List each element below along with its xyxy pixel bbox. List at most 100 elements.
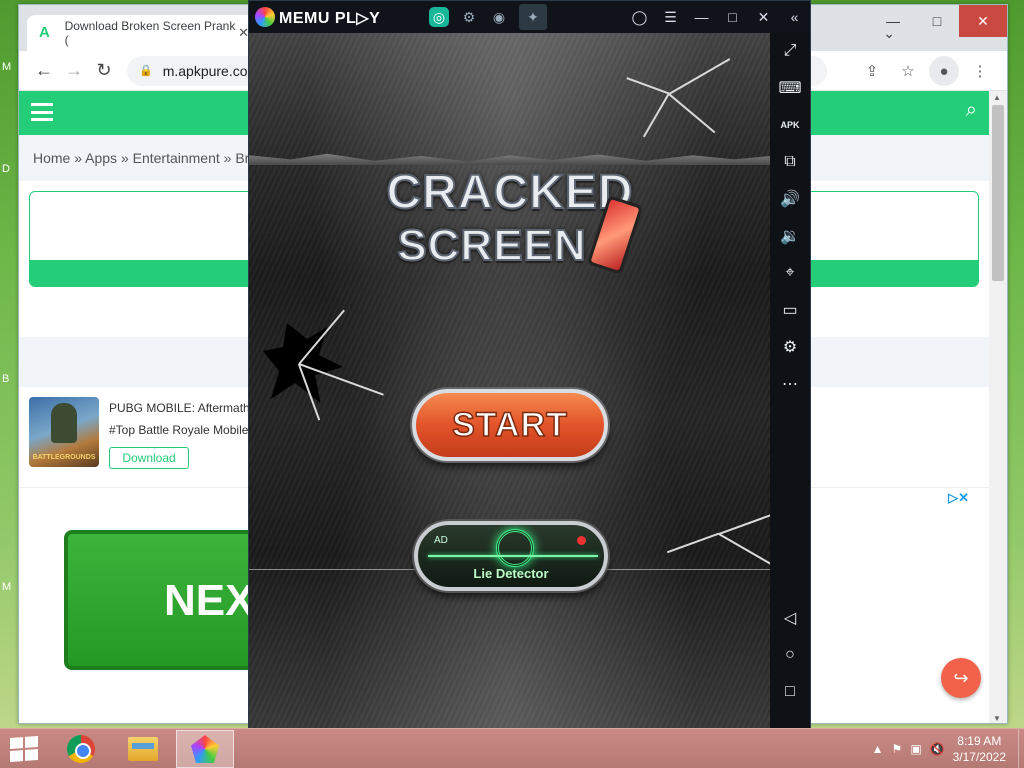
file-explorer-icon — [128, 737, 158, 761]
volume-muted-icon[interactable]: 🔇 — [930, 742, 945, 756]
memu-titlebar: MEMU PL▷Y ◎ ⚙ ◉ ✦ ◯ ☰ — □ ✕ « — [249, 1, 810, 33]
settings-gear-icon[interactable]: ⚙ — [770, 335, 810, 359]
memu-minimize-button[interactable]: — — [686, 1, 717, 33]
url-text: m.apkpure.com — [162, 62, 260, 79]
share-icon[interactable]: ⇪ — [857, 56, 887, 86]
scrollbar-thumb[interactable] — [992, 105, 1004, 281]
volume-up-icon[interactable]: 🔊 — [770, 187, 810, 211]
tab-apkpure[interactable]: A Download Broken Screen Prank ( ✕ — [27, 15, 257, 51]
tab-title: Download Broken Screen Prank ( — [64, 19, 236, 47]
game-title-line2: SCREEN — [396, 220, 587, 271]
lock-icon: 🔒 — [139, 65, 153, 77]
volume-down-icon[interactable]: 🔉 — [770, 224, 810, 248]
crack-line — [668, 58, 730, 95]
crack-line — [667, 533, 720, 554]
multi-instance-icon[interactable]: ⧉ — [770, 150, 810, 174]
red-dot-icon — [577, 536, 586, 545]
memu-maximize-button[interactable]: □ — [717, 1, 748, 33]
taskbar-explorer[interactable] — [114, 730, 172, 768]
page-scrollbar[interactable]: ▲ ▼ — [989, 91, 1007, 723]
action-center-flag-icon[interactable]: ⚑ — [892, 742, 903, 756]
bookmark-star-icon[interactable]: ☆ — [893, 56, 923, 86]
forward-button[interactable]: → — [59, 56, 89, 86]
shared-folder-icon[interactable]: ▭ — [770, 298, 810, 322]
crack-line — [718, 509, 771, 535]
memu-window: MEMU PL▷Y ◎ ⚙ ◉ ✦ ◯ ☰ — □ ✕ « CRACKED SC… — [248, 0, 811, 728]
scroll-down-icon[interactable]: ▼ — [993, 714, 1001, 723]
promo-tag: #Top Battle Royale Mobile — [109, 423, 249, 437]
chrome-icon — [67, 735, 95, 763]
game-screen: CRACKED SCREEN START AD Lie Detector — [249, 33, 771, 728]
show-desktop-button[interactable] — [1018, 729, 1024, 768]
app-store-icon[interactable]: ◎ — [429, 7, 449, 27]
lie-detector-label: Lie Detector — [473, 566, 549, 581]
android-back-icon[interactable]: ◁ — [770, 606, 810, 630]
game-tab-icon[interactable]: ✦ — [519, 4, 547, 30]
memu-close-button[interactable]: ✕ — [748, 1, 779, 33]
lie-detector-ad-button[interactable]: AD Lie Detector — [414, 521, 608, 591]
more-icon[interactable]: ⋯ — [770, 372, 810, 396]
clock[interactable]: 8:19 AM 3/17/2022 — [953, 733, 1006, 765]
maximize-button[interactable]: □ — [915, 5, 959, 37]
pubg-thumbnail[interactable]: BATTLEGROUNDS — [29, 397, 99, 467]
menu-icon[interactable]: ☰ — [655, 1, 686, 33]
crack-line — [298, 309, 345, 365]
promo-title[interactable]: PUBG MOBILE: Aftermath — [109, 401, 250, 415]
crack-line — [643, 93, 670, 138]
broken-hole-decoration — [263, 323, 343, 403]
clock-time: 8:19 AM — [957, 734, 1002, 748]
ad-badge: AD — [434, 535, 448, 546]
desktop-icon[interactable]: M — [2, 60, 12, 74]
reload-button[interactable]: ↻ — [89, 56, 119, 86]
apk-install-icon[interactable]: APK — [770, 113, 810, 137]
desktop-icon[interactable]: B — [2, 372, 12, 386]
memu-brand: MEMU PL▷Y — [279, 10, 381, 27]
back-button[interactable]: ← — [29, 56, 59, 86]
menu-kebab-icon[interactable]: ⋮ — [965, 56, 995, 86]
memu-app-tabs: ◎ ⚙ ◉ ✦ — [429, 4, 547, 30]
clock-date: 3/17/2022 — [952, 750, 1006, 764]
chrome-window-controls: — □ ✕ — [871, 5, 1007, 37]
desktop-icon[interactable]: D — [2, 162, 12, 176]
share-fab-icon[interactable]: ↪ — [941, 658, 981, 698]
crack-line — [668, 93, 716, 133]
scroll-up-icon[interactable]: ▲ — [993, 93, 1001, 102]
crack-line — [718, 533, 771, 565]
apkpure-favicon-icon: A — [39, 24, 50, 41]
browser-globe-icon[interactable]: ◉ — [489, 7, 509, 27]
taskbar-memu[interactable] — [176, 730, 234, 768]
soldier-graphic — [51, 403, 77, 443]
fullscreen-icon[interactable]: ⤢ — [770, 39, 810, 63]
memu-logo-icon — [255, 7, 275, 27]
fingerprint-icon — [496, 529, 534, 567]
desktop-icon[interactable]: M — [2, 580, 12, 594]
torn-edge-decoration — [249, 153, 771, 165]
memu-window-controls: ◯ ☰ — □ ✕ « — [624, 1, 810, 33]
thumb-label: BATTLEGROUNDS — [32, 454, 96, 461]
memu-sidebar: ⤢ ⌨ APK ⧉ 🔊 🔉 ⌖ ▭ ⚙ ⋯ ◁ ○ □ — [770, 33, 810, 728]
breadcrumb-text[interactable]: Home » Apps » Entertainment » Br — [33, 150, 249, 166]
promo-download-button[interactable]: Download — [109, 447, 189, 469]
collapse-sidebar-icon[interactable]: « — [779, 1, 810, 33]
close-button[interactable]: ✕ — [959, 5, 1007, 37]
account-icon[interactable]: ◯ — [624, 1, 655, 33]
hamburger-menu-icon[interactable] — [31, 103, 53, 121]
windows-taskbar: ▲ ⚑ ▣ 🔇 8:19 AM 3/17/2022 — [0, 728, 1024, 768]
network-icon[interactable]: ▣ — [910, 742, 921, 756]
android-home-icon[interactable]: ○ — [770, 643, 810, 667]
adchoices-icon[interactable]: ▷✕ — [948, 490, 969, 506]
start-button[interactable]: START — [412, 389, 608, 461]
location-icon[interactable]: ⌖ — [770, 261, 810, 285]
tray-expand-icon[interactable]: ▲ — [872, 742, 884, 756]
minimize-button[interactable]: — — [871, 5, 915, 37]
keyboard-icon[interactable]: ⌨ — [770, 76, 810, 100]
game-title-line1: CRACKED — [386, 165, 634, 220]
android-recents-icon[interactable]: □ — [770, 680, 810, 704]
taskbar-chrome[interactable] — [52, 730, 110, 768]
system-settings-icon[interactable]: ⚙ — [459, 7, 479, 27]
search-icon[interactable]: ⌕ — [966, 99, 977, 122]
windows-start-icon[interactable] — [10, 736, 38, 762]
system-tray: ▲ ⚑ ▣ 🔇 8:19 AM 3/17/2022 — [872, 729, 1024, 768]
profile-avatar-icon[interactable]: ● — [929, 56, 959, 86]
memu-icon — [191, 735, 219, 763]
